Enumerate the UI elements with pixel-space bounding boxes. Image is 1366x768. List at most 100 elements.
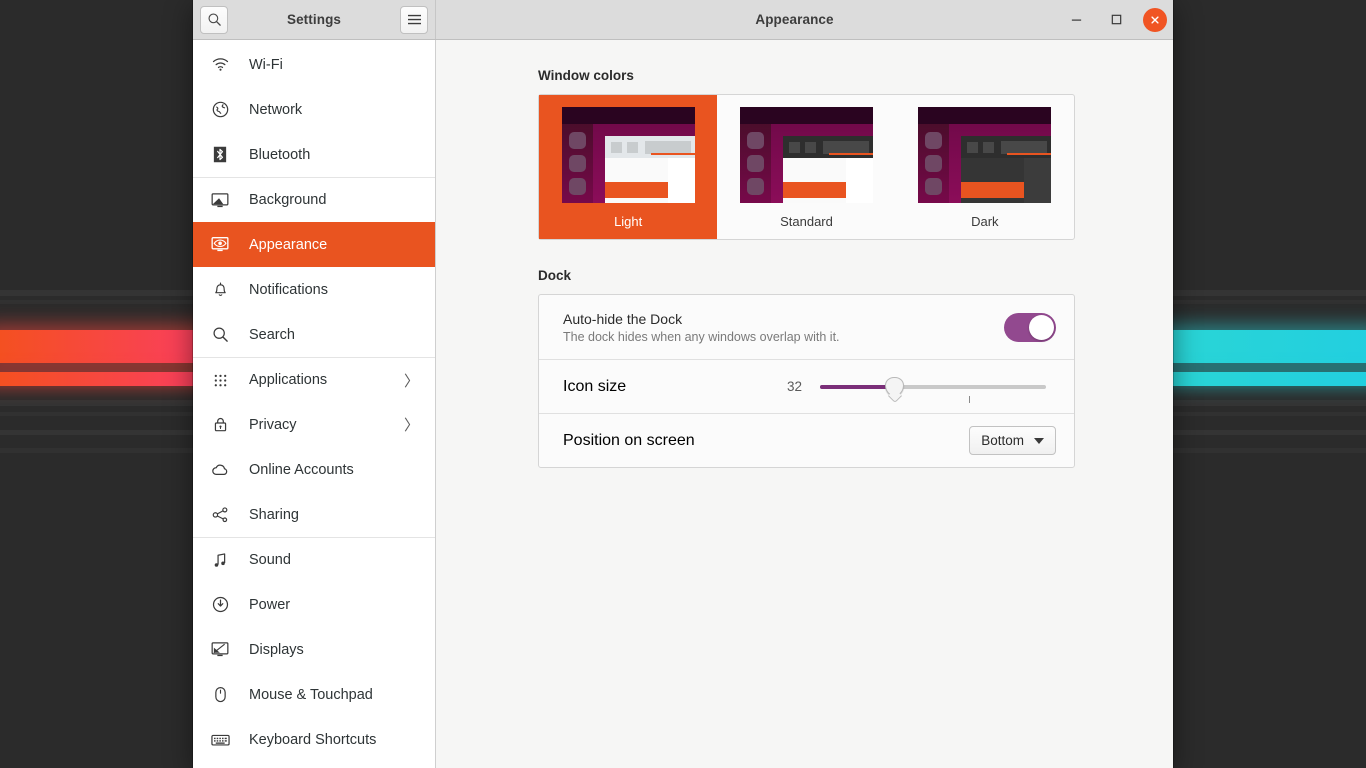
sidebar-item-network[interactable]: Network xyxy=(193,87,435,132)
sidebar-item-label: Applications xyxy=(249,372,328,388)
dock-panel: Auto-hide the Dock The dock hides when a… xyxy=(538,294,1075,468)
window-body: Wi-Fi Network Bluetooth Background Appea… xyxy=(193,40,1173,768)
autohide-toggle[interactable] xyxy=(1004,312,1056,342)
sidebar-item-label: Wi-Fi xyxy=(249,56,283,73)
chevron-right-icon: 〉 xyxy=(403,372,419,390)
share-nodes-icon xyxy=(207,506,233,523)
content-headerbar: Appearance xyxy=(436,0,1173,39)
mouse-icon xyxy=(207,686,233,703)
theme-preview-dark xyxy=(918,107,1052,203)
sidebar-item-sharing[interactable]: Sharing xyxy=(193,492,435,537)
sidebar-headerbar: Settings xyxy=(193,0,436,39)
sidebar-item-search[interactable]: Search xyxy=(193,312,435,357)
sidebar-item-keyboard-shortcuts[interactable]: Keyboard Shortcuts xyxy=(193,717,435,762)
sidebar-item-label: Power xyxy=(249,596,291,613)
music-note-icon xyxy=(207,552,233,569)
wallpaper-stripe-red xyxy=(0,372,203,386)
dock-icon-size-row: Icon size 32 xyxy=(539,359,1074,413)
sidebar-item-label: Notifications xyxy=(249,281,328,298)
search-icon xyxy=(207,326,233,343)
power-icon xyxy=(207,596,233,613)
maximize-icon xyxy=(1111,14,1121,25)
sidebar-item-label: Mouse & Touchpad xyxy=(249,686,373,703)
icon-size-value: 32 xyxy=(786,379,802,394)
main-menu-button[interactable] xyxy=(400,5,428,34)
theme-preview-light xyxy=(561,107,695,203)
sidebar-item-label: Keyboard Shortcuts xyxy=(249,731,377,748)
slider-fill xyxy=(820,384,895,389)
wallpaper-stripe-cyan xyxy=(1162,372,1366,386)
sidebar-item-label: Displays xyxy=(249,641,304,658)
sidebar-title: Settings xyxy=(286,12,342,27)
position-value: Bottom xyxy=(981,433,1024,448)
maximize-button[interactable] xyxy=(1103,7,1129,33)
autohide-subtitle: The dock hides when any windows overlap … xyxy=(563,329,840,344)
sidebar-item-label: Online Accounts xyxy=(249,461,354,478)
toggle-knob xyxy=(1029,314,1054,340)
dock-autohide-row: Auto-hide the Dock The dock hides when a… xyxy=(539,295,1074,359)
keyboard-icon xyxy=(207,733,233,747)
slider-handle[interactable] xyxy=(885,376,905,396)
sidebar-item-label: Search xyxy=(249,326,295,343)
sidebar-item-privacy[interactable]: Privacy 〉 xyxy=(193,402,435,447)
sidebar-item-mouse-touchpad[interactable]: Mouse & Touchpad xyxy=(193,672,435,717)
sidebar-item-applications[interactable]: Applications 〉 xyxy=(193,357,435,402)
icon-size-label: Icon size xyxy=(563,377,627,395)
sidebar-item-label: Privacy xyxy=(249,416,297,433)
sidebar-item-sound[interactable]: Sound xyxy=(193,537,435,582)
theme-label: Standard xyxy=(780,214,833,229)
theme-label: Dark xyxy=(971,214,999,229)
sidebar-item-label: Background xyxy=(249,192,327,208)
minimize-button[interactable] xyxy=(1063,7,1089,33)
sidebar-item-label: Sharing xyxy=(249,506,299,523)
appearance-content: Window colors Light Standard Dark Dock A… xyxy=(436,40,1173,768)
icon-size-slider[interactable] xyxy=(820,372,1046,403)
theme-option-standard[interactable]: Standard xyxy=(717,95,895,239)
hamburger-menu-icon xyxy=(407,14,421,25)
settings-sidebar: Wi-Fi Network Bluetooth Background Appea… xyxy=(193,40,436,768)
page-title: Appearance xyxy=(755,12,834,27)
bell-icon xyxy=(207,281,233,298)
appearance-icon xyxy=(207,236,233,253)
theme-label: Light xyxy=(614,214,643,229)
sidebar-item-bluetooth[interactable]: Bluetooth xyxy=(193,132,435,177)
window-colors-heading: Window colors xyxy=(538,68,634,83)
close-icon xyxy=(1151,15,1159,24)
theme-option-dark[interactable]: Dark xyxy=(896,95,1074,239)
apps-grid-icon xyxy=(207,373,233,388)
dock-position-row: Position on screen Bottom xyxy=(539,413,1074,467)
background-monitor-icon xyxy=(207,192,233,209)
sidebar-item-notifications[interactable]: Notifications xyxy=(193,267,435,312)
chevron-down-icon xyxy=(1034,437,1044,444)
sidebar-item-online-accounts[interactable]: Online Accounts xyxy=(193,447,435,492)
sidebar-item-appearance[interactable]: Appearance xyxy=(193,222,435,267)
position-label: Position on screen xyxy=(563,431,695,449)
sidebar-item-wifi[interactable]: Wi-Fi xyxy=(193,42,435,87)
theme-preview-standard xyxy=(739,107,873,203)
dock-heading: Dock xyxy=(538,268,572,283)
close-button[interactable] xyxy=(1143,7,1167,32)
sidebar-item-displays[interactable]: Displays xyxy=(193,627,435,672)
theme-option-light[interactable]: Light xyxy=(539,95,718,239)
icon-size-control: 32 xyxy=(780,372,1056,403)
sidebar-item-power[interactable]: Power xyxy=(193,582,435,627)
position-dropdown[interactable]: Bottom xyxy=(969,426,1056,455)
sidebar-item-label: Bluetooth xyxy=(249,146,311,163)
settings-window: Settings Appearance Wi-Fi Network Blueto… xyxy=(193,0,1173,768)
autohide-text: Auto-hide the Dock The dock hides when a… xyxy=(563,311,1004,344)
wallpaper-stripe-cyan xyxy=(1162,330,1366,363)
sidebar-item-label: Network xyxy=(249,101,303,118)
autohide-title: Auto-hide the Dock xyxy=(563,310,683,327)
search-button[interactable] xyxy=(200,5,228,34)
sidebar-item-label: Appearance xyxy=(249,236,328,253)
lock-icon xyxy=(207,416,233,433)
window-colors-panel: Light Standard Dark xyxy=(538,94,1075,240)
minimize-icon xyxy=(1071,19,1081,21)
wallpaper-stripe-red xyxy=(0,330,203,363)
cloud-icon xyxy=(207,463,233,477)
sidebar-item-label: Sound xyxy=(249,552,291,568)
theme-options-row: Light Standard Dark xyxy=(539,95,1074,239)
sidebar-item-background[interactable]: Background xyxy=(193,177,435,222)
window-headerbar: Settings Appearance xyxy=(193,0,1173,40)
chevron-right-icon: 〉 xyxy=(403,417,419,434)
